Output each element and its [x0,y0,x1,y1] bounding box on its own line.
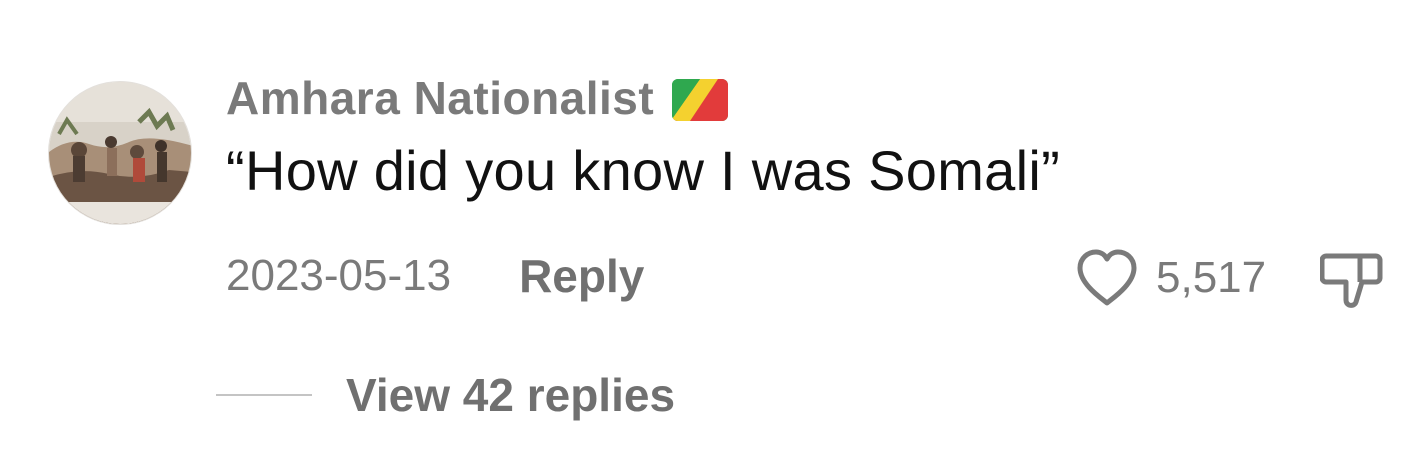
avatar-image [49,82,191,224]
like-count: 5,517 [1156,253,1267,302]
dislike-icon[interactable] [1320,250,1384,310]
username[interactable]: Amhara Nationalist [226,71,654,125]
comment-item: Amhara Nationalist “How did you know I w… [0,0,1412,458]
username-row: Amhara Nationalist [226,70,729,126]
reply-button[interactable]: Reply [519,249,644,303]
heart-icon[interactable] [1074,247,1140,309]
comment-date: 2023-05-13 [226,251,452,300]
comment-meta: 2023-05-13 Reply [226,246,644,306]
like-group: 5,517 [1074,246,1266,310]
congo-flag-icon [672,79,729,121]
avatar[interactable] [48,81,192,225]
view-replies-row[interactable]: View 42 replies [216,366,675,424]
view-replies-button[interactable]: View 42 replies [346,368,675,422]
replies-divider [216,394,312,396]
comment-text: “How did you know I was Somali” [226,139,1061,202]
